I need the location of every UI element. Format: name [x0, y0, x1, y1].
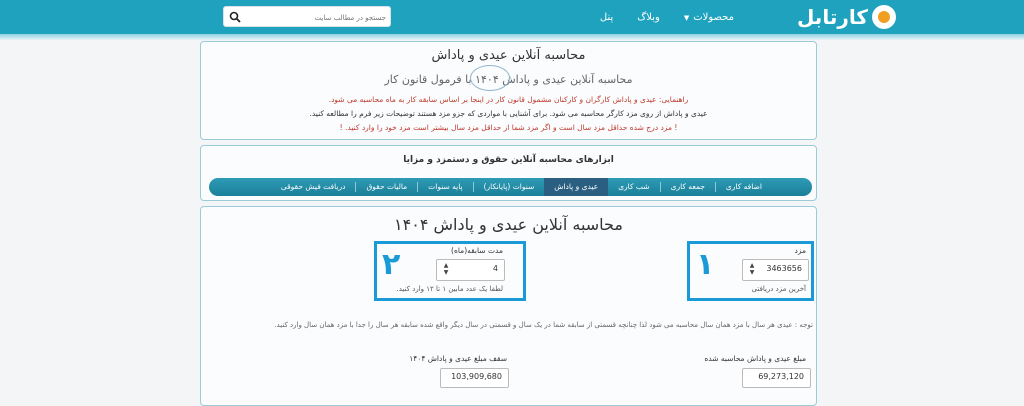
annotation-number-1: ۱: [696, 247, 715, 282]
tab-seniority-base[interactable]: پایه سنوات: [418, 178, 472, 196]
calculator-title: محاسبه آنلاین عیدی و پاداش ۱۴۰۴: [394, 215, 623, 234]
guide-line-2: عیدی و پاداش از روی مزد کارگر محاسبه می …: [309, 109, 708, 118]
wage-label: مزد: [794, 246, 807, 255]
search-input[interactable]: [248, 9, 388, 26]
nav-products[interactable]: محصولات▼: [684, 12, 734, 23]
spin-stepper[interactable]: ▲ ▼: [748, 262, 756, 276]
tenure-help: لطفا یک عدد مابین ۱ تا ۱۲ وارد کنید.: [396, 285, 503, 293]
cap-label: سقف مبلغ عیدی و پاداش ۱۴۰۴: [409, 354, 507, 363]
main-nav: محصولات▼ وبلاگ پنل: [600, 0, 734, 34]
chevron-down-icon: ▼: [683, 13, 690, 22]
site-header: کارتابل محصولات▼ وبلاگ پنل: [0, 0, 1024, 34]
tab-salary-tax[interactable]: مالیات حقوق: [356, 178, 417, 196]
tab-payslip[interactable]: دریافت فیش حقوقی: [271, 178, 356, 196]
cap-field[interactable]: 103,909,680: [440, 368, 509, 388]
guide-line-1: راهنمایی: عیدی و پاداش کارگران و کارکنان…: [328, 95, 689, 104]
nav-panel[interactable]: پنل: [600, 12, 613, 23]
tab-severance[interactable]: سنوات (پایانکار): [474, 178, 545, 196]
site-logo[interactable]: کارتابل: [797, 4, 896, 30]
tools-title: ابزارهای محاسبه آنلاین حقوق و دستمزد و م…: [403, 155, 614, 165]
tenure-input[interactable]: ▲ ▼ 4: [436, 259, 505, 281]
page-title: محاسبه آنلاین عیدی و پاداش: [431, 48, 586, 63]
guide-line-3: ! مزد درج شده حداقل مزد سال است و اگر مز…: [339, 123, 678, 132]
logo-text: کارتابل: [796, 5, 868, 29]
search-icon[interactable]: [229, 11, 241, 23]
wage-help: آخرین مزد دریافتی: [751, 285, 806, 293]
tools-tabs: اضافه کاری جمعه کاری شب کاری عیدی و پادا…: [209, 178, 812, 196]
intro-card: محاسبه آنلاین عیدی و پاداش محاسبه آنلاین…: [200, 41, 817, 140]
result-label: مبلغ عیدی و پاداش محاسبه شده: [704, 354, 806, 363]
calculation-note: توجه : عیدی هر سال با مزد همان سال محاسب…: [274, 321, 813, 329]
gear-icon: [872, 5, 896, 29]
header-divider: [0, 34, 1024, 40]
calculator-card: محاسبه آنلاین عیدی و پاداش ۱۴۰۴ ۱ مزد ▲ ▼…: [200, 206, 817, 406]
tab-overtime[interactable]: اضافه کاری: [716, 178, 772, 196]
tools-card: ابزارهای محاسبه آنلاین حقوق و دستمزد و م…: [200, 145, 817, 201]
annotation-number-2: ۲: [382, 247, 401, 282]
result-field[interactable]: 69,273,120: [742, 368, 811, 388]
tab-friday-work[interactable]: جمعه کاری: [661, 178, 715, 196]
wage-input[interactable]: ▲ ▼ 3463656: [742, 259, 809, 281]
nav-blog[interactable]: وبلاگ: [637, 12, 660, 23]
tab-night-work[interactable]: شب کاری: [608, 178, 659, 196]
year-highlight-circle: [470, 65, 510, 91]
tenure-label: مدت سابقه(ماه): [451, 246, 503, 255]
tab-bonus[interactable]: عیدی و پاداش: [544, 178, 609, 196]
spin-stepper[interactable]: ▲ ▼: [442, 262, 450, 276]
search-box: [223, 6, 391, 27]
